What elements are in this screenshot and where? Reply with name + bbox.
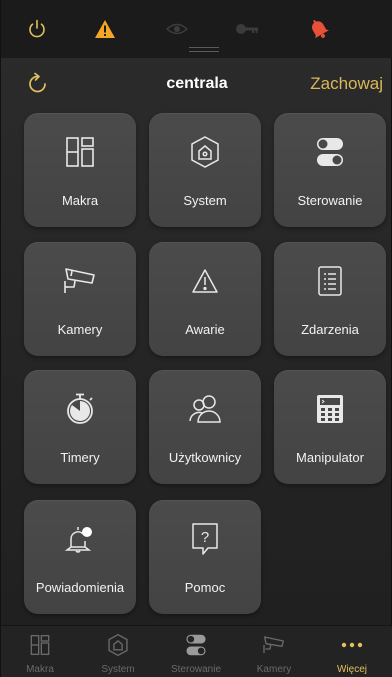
notification-bell-icon xyxy=(24,522,136,556)
warning-triangle-icon xyxy=(149,264,261,298)
macros-icon xyxy=(1,632,79,658)
nav-item-makra[interactable]: Makra xyxy=(1,626,79,677)
tile-label: Sterowanie xyxy=(297,193,363,208)
warning-icon[interactable] xyxy=(93,17,117,41)
tile-timery[interactable]: Timery xyxy=(24,370,136,484)
power-icon[interactable] xyxy=(25,17,49,41)
nav-item-kamery[interactable]: Kamery xyxy=(235,626,313,677)
event-list-icon xyxy=(274,264,386,298)
nav-item-sterowanie[interactable]: Sterowanie xyxy=(157,626,235,677)
more-dots-icon xyxy=(313,632,391,658)
tile-pomoc[interactable]: ? Pomoc xyxy=(149,500,261,614)
nav-item-wiecej[interactable]: Więcej xyxy=(313,626,391,677)
nav-label: Sterowanie xyxy=(170,664,222,675)
tile-sterowanie[interactable]: Sterowanie xyxy=(274,113,386,227)
tile-awarie[interactable]: Awarie xyxy=(149,242,261,356)
macros-icon xyxy=(24,135,136,169)
tile-label: Zdarzenia xyxy=(301,322,359,337)
tile-label: Awarie xyxy=(185,322,225,337)
tile-label: Makra xyxy=(61,193,99,208)
tile-kamery[interactable]: Kamery xyxy=(24,242,136,356)
tile-label: System xyxy=(183,193,227,208)
nav-label: Makra xyxy=(26,664,54,675)
tile-label: Manipulator xyxy=(296,450,364,465)
refresh-icon[interactable] xyxy=(25,71,51,97)
tile-label: Użytkownicy xyxy=(168,450,242,465)
key-icon[interactable] xyxy=(235,17,259,41)
camera-icon xyxy=(24,264,136,298)
app-frame: centrala Zachowaj Makra System Sterowani… xyxy=(0,0,392,677)
tile-label: Pomoc xyxy=(184,580,226,595)
tile-manipulator[interactable]: Manipulator xyxy=(274,370,386,484)
tile-label: Timery xyxy=(60,450,100,465)
tile-zdarzenia[interactable]: Zdarzenia xyxy=(274,242,386,356)
toggle-switches-icon xyxy=(274,135,386,169)
save-button[interactable]: Zachowaj xyxy=(310,74,383,94)
header: centrala Zachowaj xyxy=(1,62,392,108)
tile-label: Powiadomienia xyxy=(35,580,125,595)
svg-text:?: ? xyxy=(201,529,209,546)
tile-uzytkownicy[interactable]: Użytkownicy xyxy=(149,370,261,484)
nav-label: Kamery xyxy=(256,664,292,675)
nav-label: System xyxy=(101,664,135,675)
nav-label: Więcej xyxy=(336,664,367,675)
tile-powiadomienia[interactable]: Powiadomienia xyxy=(24,500,136,614)
system-house-icon xyxy=(149,135,261,169)
eye-icon[interactable] xyxy=(165,17,189,41)
tile-makra[interactable]: Makra xyxy=(24,113,136,227)
drag-handle[interactable] xyxy=(189,47,219,53)
bottom-nav: Makra System Sterowanie Kamery Więcej xyxy=(1,625,392,677)
system-house-icon xyxy=(79,632,157,658)
users-icon xyxy=(149,392,261,426)
nav-item-system[interactable]: System xyxy=(79,626,157,677)
help-icon: ? xyxy=(149,522,261,556)
tile-label: Kamery xyxy=(57,322,103,337)
camera-icon xyxy=(235,632,313,658)
tile-system[interactable]: System xyxy=(149,113,261,227)
toggle-switches-icon xyxy=(157,632,235,658)
status-bar xyxy=(1,0,392,58)
stopwatch-icon xyxy=(24,392,136,426)
bell-alarm-icon[interactable] xyxy=(307,17,331,41)
keypad-icon xyxy=(274,392,386,426)
